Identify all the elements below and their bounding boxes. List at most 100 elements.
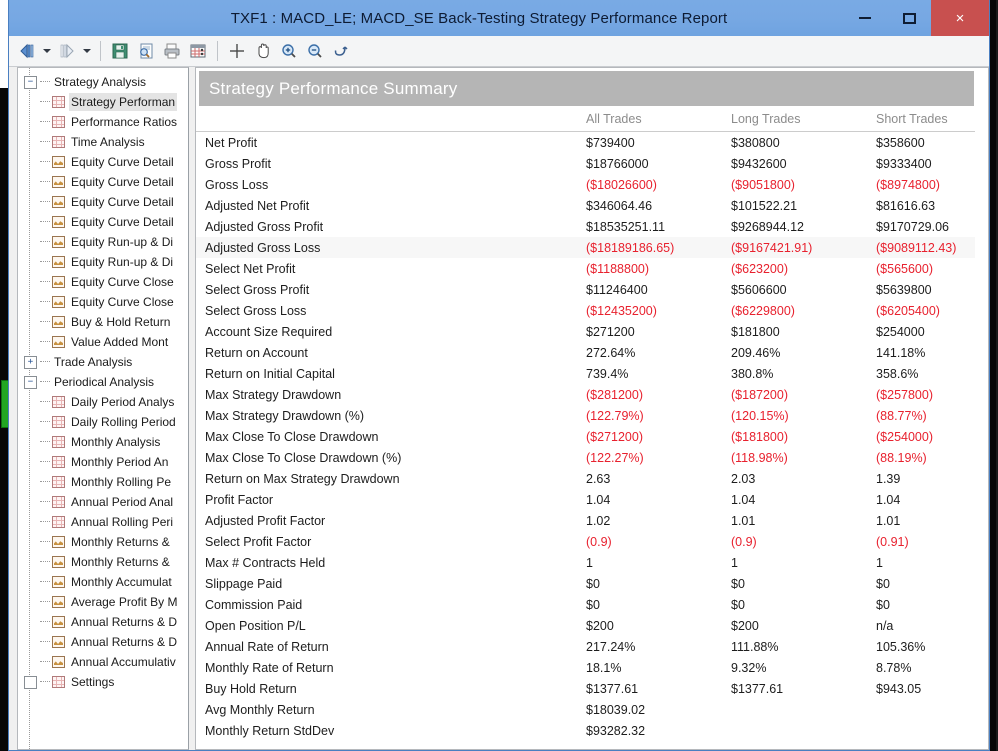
sidebar-item-equity-run-up-di[interactable]: Equity Run-up & Di [18, 252, 188, 272]
maximize-button[interactable] [887, 0, 931, 36]
sidebar-item-settings[interactable]: Settings [18, 672, 188, 692]
sidebar-item-annual-returns-d[interactable]: Annual Returns & D [18, 612, 188, 632]
sidebar-item-annual-period-anal[interactable]: Annual Period Anal [18, 492, 188, 512]
toolbar [9, 36, 989, 67]
close-button[interactable]: × [931, 0, 989, 36]
table-row[interactable]: Open Position P/L $200 $200 n/a [196, 615, 988, 636]
table-row[interactable]: Account Size Required $271200 $181800 $2540… [196, 321, 988, 342]
report-settings-button[interactable] [186, 39, 210, 63]
table-header-row: All Trades Long Trades Short Trades [196, 110, 988, 132]
collapse-minus-icon[interactable] [24, 675, 37, 689]
sidebar-item-strategy-analysis[interactable]: − Strategy Analysis [18, 72, 188, 92]
back-button[interactable] [15, 39, 39, 63]
table-row[interactable]: Adjusted Net Profit $346064.46 $101522.21 $… [196, 195, 988, 216]
sidebar-item-buy-hold-return[interactable]: Buy & Hold Return [18, 312, 188, 332]
metric-label: Select Gross Profit [205, 282, 310, 297]
table-row[interactable]: Return on Initial Capital 739.4% 380.8% 358… [196, 363, 988, 384]
all-trades-value: (122.27%) [586, 450, 644, 465]
short-trades-value: ($257800) [876, 387, 933, 402]
table-row[interactable]: Select Profit Factor (0.9) (0.9) (0.91) [196, 531, 988, 552]
table-row[interactable]: Adjusted Gross Profit $18535251.11 $926894… [196, 216, 988, 237]
sidebar-item-equity-curve-close[interactable]: Equity Curve Close [18, 272, 188, 292]
table-row[interactable]: Max Strategy Drawdown ($281200) ($187200) (… [196, 384, 988, 405]
title-bar[interactable]: TXF1 : MACD_LE; MACD_SE Back-Testing Str… [9, 0, 989, 36]
sidebar-item-annual-returns-d[interactable]: Annual Returns & D [18, 632, 188, 652]
sidebar-item-average-profit-by-m[interactable]: Average Profit By M [18, 592, 188, 612]
collapse-minus-icon[interactable]: − [24, 375, 37, 389]
sidebar-item-monthly-returns[interactable]: Monthly Returns & [18, 532, 188, 552]
zoom-out-button[interactable] [303, 39, 327, 63]
sidebar-item-monthly-accumulat[interactable]: Monthly Accumulat [18, 572, 188, 592]
sidebar-item-equity-curve-detail[interactable]: Equity Curve Detail [18, 172, 188, 192]
sidebar-item-daily-period-analys[interactable]: Daily Period Analys [18, 392, 188, 412]
collapse-minus-icon[interactable]: − [24, 75, 37, 89]
sidebar-item-equity-curve-detail[interactable]: Equity Curve Detail [18, 152, 188, 172]
expand-plus-icon[interactable]: + [24, 355, 37, 369]
sidebar-item-daily-rolling-period[interactable]: Daily Rolling Period [18, 412, 188, 432]
sidebar-item-equity-curve-close[interactable]: Equity Curve Close [18, 292, 188, 312]
sidebar-item-monthly-analysis[interactable]: Monthly Analysis [18, 432, 188, 452]
table-row[interactable]: Commission Paid $0 $0 $0 [196, 594, 988, 615]
table-row[interactable]: Gross Loss ($18026600) ($9051800) ($8974800… [196, 174, 988, 195]
sidebar-item-monthly-period-an[interactable]: Monthly Period An [18, 452, 188, 472]
sidebar-item-monthly-returns[interactable]: Monthly Returns & [18, 552, 188, 572]
table-row[interactable]: Return on Max Strategy Drawdown 2.63 2.03 1… [196, 468, 988, 489]
tree-connector [40, 481, 50, 483]
table-row[interactable]: Buy Hold Return $1377.61 $1377.61 $943.05 [196, 678, 988, 699]
table-row[interactable]: Net Profit $739400 $380800 $358600 [196, 132, 988, 154]
table-row[interactable]: Select Net Profit ($1188800) ($623200) ($56… [196, 258, 988, 279]
sidebar-item-periodical-analysis[interactable]: − Periodical Analysis [18, 372, 188, 392]
sidebar-item-annual-rolling-peri[interactable]: Annual Rolling Peri [18, 512, 188, 532]
navigation-tree[interactable]: − Strategy Analysis Strategy Performan Perf… [17, 67, 189, 750]
table-row[interactable]: Max Close To Close Drawdown ($271200) ($18… [196, 426, 988, 447]
forward-button[interactable] [55, 39, 79, 63]
short-trades-value: 1.39 [876, 471, 901, 486]
print-button[interactable] [160, 39, 184, 63]
table-row[interactable]: Monthly Rate of Return 18.1% 9.32% 8.78% [196, 657, 988, 678]
forward-dropdown-button[interactable] [81, 39, 93, 63]
table-row[interactable]: Avg Monthly Return $18039.02 [196, 699, 988, 720]
print-preview-button[interactable] [134, 39, 158, 63]
sidebar-item-trade-analysis[interactable]: + Trade Analysis [18, 352, 188, 372]
table-row[interactable]: Return on Account 272.64% 209.46% 141.18% [196, 342, 988, 363]
save-button[interactable] [108, 39, 132, 63]
long-trades-value: (120.15%) [731, 408, 789, 423]
sidebar-item-equity-run-up-di[interactable]: Equity Run-up & Di [18, 232, 188, 252]
back-dropdown-button[interactable] [41, 39, 53, 63]
chart-report-icon [52, 296, 65, 308]
table-row[interactable]: Adjusted Gross Loss ($18189186.65) ($91674… [196, 237, 988, 258]
sidebar-item-performance-ratios[interactable]: Performance Ratios [18, 112, 188, 132]
metric-label: Net Profit [205, 135, 258, 150]
table-row[interactable]: Profit Factor 1.04 1.04 1.04 [196, 489, 988, 510]
pan-hand-button[interactable] [251, 39, 275, 63]
table-row[interactable]: Max # Contracts Held 1 1 1 [196, 552, 988, 573]
table-row[interactable]: Annual Rate of Return 217.24% 111.88% 105.3… [196, 636, 988, 657]
zoom-in-button[interactable] [277, 39, 301, 63]
long-trades-value: $200 [731, 618, 759, 633]
sidebar-item-equity-curve-detail[interactable]: Equity Curve Detail [18, 212, 188, 232]
table-row[interactable]: Gross Profit $18766000 $9432600 $9333400 [196, 153, 988, 174]
column-header-short-trades: Short Trades [876, 110, 988, 132]
table-row[interactable]: Select Gross Loss ($12435200) ($6229800) ($… [196, 300, 988, 321]
chart-report-icon [52, 236, 65, 248]
reset-zoom-button[interactable] [329, 39, 353, 63]
sidebar-item-equity-curve-detail[interactable]: Equity Curve Detail [18, 192, 188, 212]
sidebar-item-strategy-performan[interactable]: Strategy Performan [18, 92, 188, 112]
table-row[interactable]: Adjusted Profit Factor 1.02 1.01 1.01 [196, 510, 988, 531]
report-vertical-scrollbar[interactable] [975, 68, 988, 749]
tree-connector [40, 221, 50, 223]
table-row[interactable]: Select Gross Profit $11246400 $5606600 $563… [196, 279, 988, 300]
table-row[interactable]: Monthly Return StdDev $93282.32 [196, 720, 988, 741]
minimize-button[interactable] [843, 0, 887, 36]
sidebar-item-time-analysis[interactable]: Time Analysis [18, 132, 188, 152]
table-row[interactable]: Max Strategy Drawdown (%) (122.79%) (120.1… [196, 405, 988, 426]
table-row[interactable]: Max Close To Close Drawdown (%) (122.27%)… [196, 447, 988, 468]
metric-label: Adjusted Net Profit [205, 198, 310, 213]
short-trades-value [876, 720, 988, 741]
sidebar-item-value-added-mont[interactable]: Value Added Mont [18, 332, 188, 352]
sidebar-item-annual-accumulativ[interactable]: Annual Accumulativ [18, 652, 188, 672]
sidebar-item-monthly-rolling-pe[interactable]: Monthly Rolling Pe [18, 472, 188, 492]
chart-report-icon [52, 536, 65, 548]
crosshair-button[interactable] [225, 39, 249, 63]
table-row[interactable]: Slippage Paid $0 $0 $0 [196, 573, 988, 594]
